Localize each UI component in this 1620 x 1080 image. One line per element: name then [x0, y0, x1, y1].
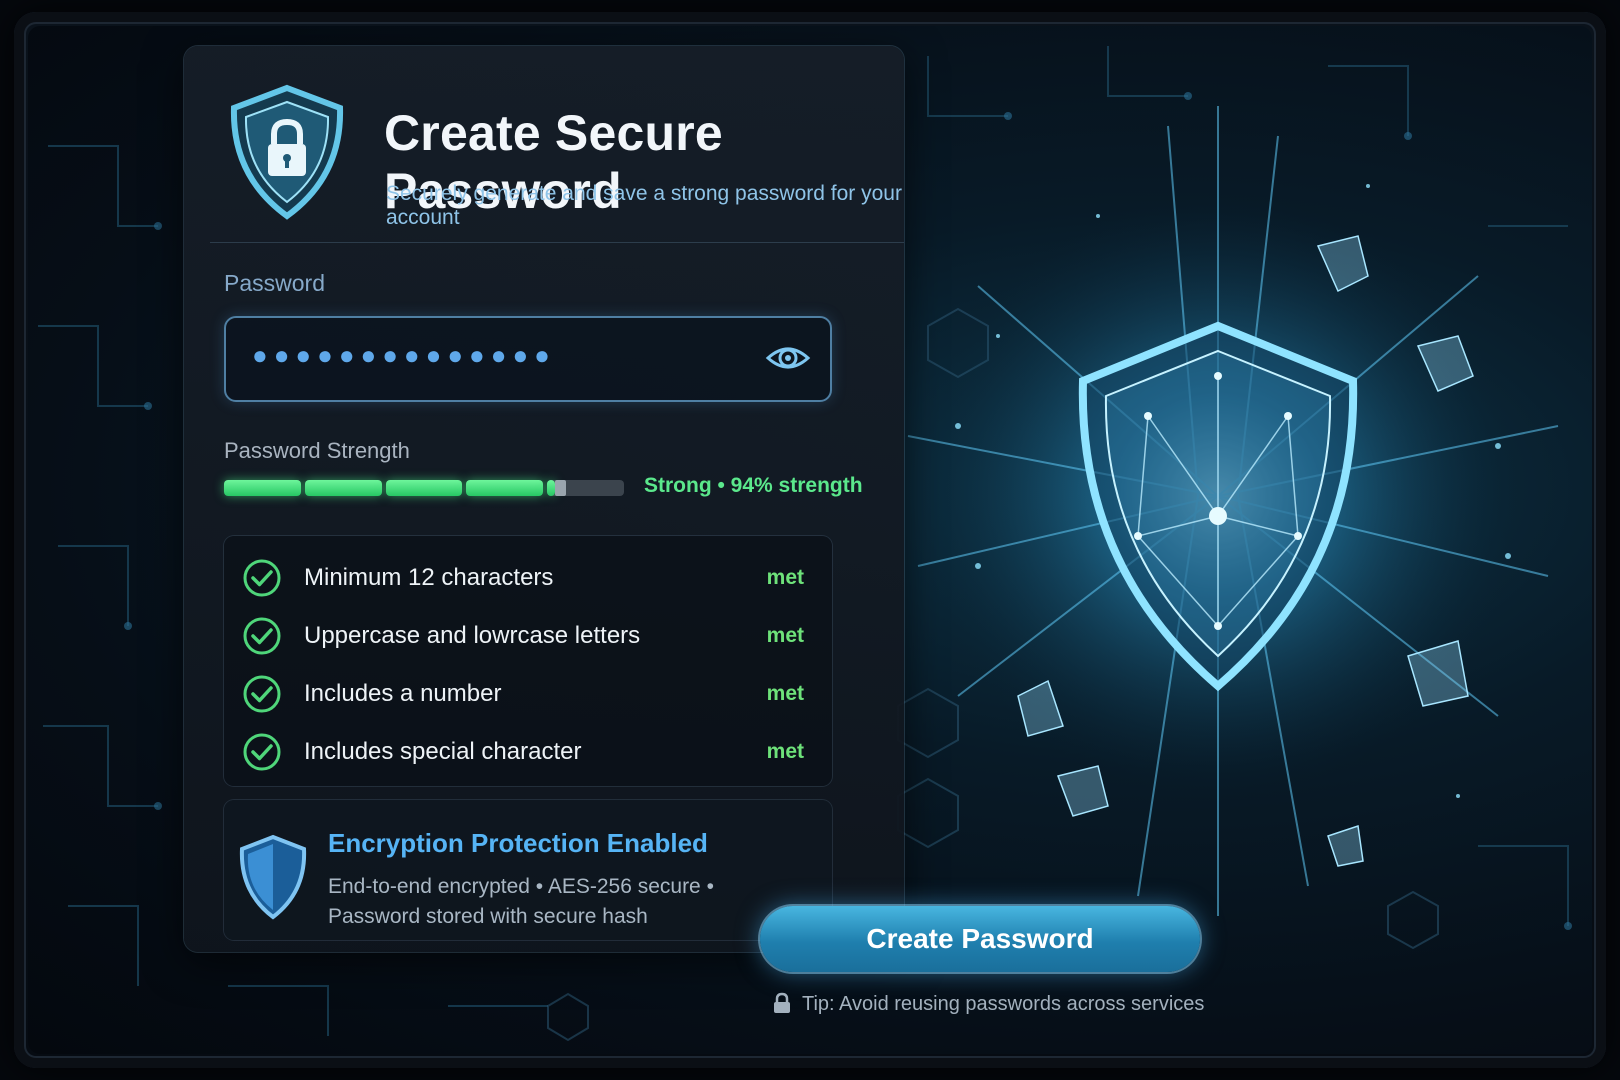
strength-segment-filled — [224, 480, 301, 496]
check-circle-icon — [243, 733, 281, 771]
strength-segment-filled — [385, 480, 463, 496]
requirement-row: Uppercase and lowrcase letters met — [224, 608, 832, 664]
requirement-text: Includes special character — [304, 738, 582, 765]
requirement-row: Includes special character met — [224, 724, 832, 780]
strength-segment-filled — [304, 480, 382, 496]
requirement-row: Includes a number met — [224, 666, 832, 722]
check-circle-icon — [243, 559, 281, 597]
tip-text: Tip: Avoid reusing passwords across serv… — [802, 993, 1205, 1015]
requirement-text: Minimum 12 characters — [304, 564, 554, 591]
password-strength-label: Password Strength — [224, 438, 410, 463]
screen: Create Secure Password Securely generate… — [28, 26, 1592, 1054]
strength-segment-partial — [547, 480, 556, 496]
requirement-text: Uppercase and lowrcase letters — [304, 622, 641, 649]
encryption-title: Encryption Protection Enabled — [328, 828, 708, 858]
create-password-button[interactable]: Create Password — [760, 906, 1200, 972]
requirement-text: Includes a number — [304, 680, 502, 707]
strength-segment-cap — [555, 480, 566, 496]
tip-text-row: Tip: Avoid reusing passwords across serv… — [772, 992, 1204, 1016]
encryption-card: Encryption Protection Enabled End-to-end… — [224, 800, 832, 940]
strength-meter — [224, 480, 624, 496]
requirements-list: Minimum 12 characters met Uppercase and lo… — [224, 536, 832, 786]
monitor-frame: Create Secure Password Securely generate… — [14, 12, 1606, 1068]
password-label: Password — [224, 270, 325, 296]
eye-icon[interactable] — [764, 336, 812, 380]
encryption-description: End-to-end encrypted • AES-256 secure • … — [328, 875, 714, 928]
strength-status: Strong • 94% strength — [644, 474, 863, 497]
requirement-status: met — [766, 566, 804, 589]
shield-icon — [239, 834, 307, 920]
security-shield-illustration — [907, 106, 1559, 916]
create-password-panel: Create Secure Password Securely generate… — [184, 46, 904, 952]
password-masked-value: ●●●●●●●●●●●●●● — [252, 340, 556, 370]
strength-segment-empty — [547, 480, 624, 496]
password-input[interactable]: ●●●●●●●●●●●●●● — [224, 316, 832, 402]
lock-icon — [774, 992, 790, 1013]
requirement-status: met — [766, 624, 804, 647]
check-circle-icon — [243, 675, 281, 713]
requirement-status: met — [766, 682, 804, 705]
shield-lock-icon — [230, 84, 344, 220]
check-circle-icon — [243, 617, 281, 655]
strength-segment-filled — [466, 480, 544, 496]
requirement-status: met — [766, 740, 804, 763]
requirement-row: Minimum 12 characters met — [224, 550, 832, 606]
page-subtitle: Securely generate and save a strong pass… — [386, 182, 902, 229]
header-divider — [210, 242, 904, 243]
